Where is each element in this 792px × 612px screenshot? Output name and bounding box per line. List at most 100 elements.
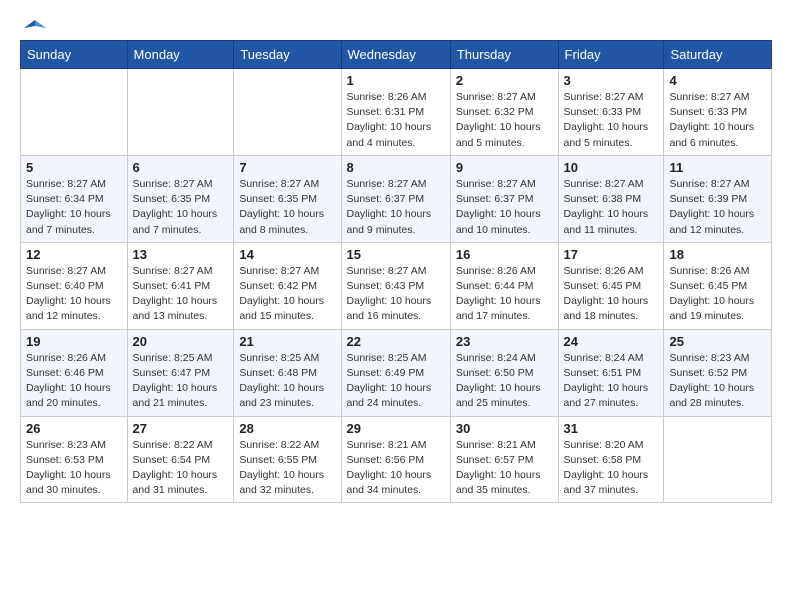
calendar-cell: 2 Sunrise: 8:27 AMSunset: 6:32 PMDaylight… <box>450 69 558 156</box>
week-row-3: 12 Sunrise: 8:27 AMSunset: 6:40 PMDayligh… <box>21 242 772 329</box>
weekday-header-row: Sunday Monday Tuesday Wednesday Thursday… <box>21 41 772 69</box>
day-number: 5 <box>26 160 122 175</box>
header-thursday: Thursday <box>450 41 558 69</box>
calendar-cell: 25 Sunrise: 8:23 AMSunset: 6:52 PMDayligh… <box>664 329 772 416</box>
day-info: Sunrise: 8:26 AMSunset: 6:44 PMDaylight:… <box>456 264 553 325</box>
calendar-cell <box>234 69 341 156</box>
day-number: 8 <box>347 160 445 175</box>
calendar-cell: 19 Sunrise: 8:26 AMSunset: 6:46 PMDayligh… <box>21 329 128 416</box>
day-number: 7 <box>239 160 335 175</box>
day-info: Sunrise: 8:24 AMSunset: 6:50 PMDaylight:… <box>456 351 553 412</box>
day-info: Sunrise: 8:27 AMSunset: 6:33 PMDaylight:… <box>564 90 659 151</box>
day-info: Sunrise: 8:26 AMSunset: 6:46 PMDaylight:… <box>26 351 122 412</box>
calendar-cell: 15 Sunrise: 8:27 AMSunset: 6:43 PMDayligh… <box>341 242 450 329</box>
day-number: 25 <box>669 334 766 349</box>
day-info: Sunrise: 8:23 AMSunset: 6:53 PMDaylight:… <box>26 438 122 499</box>
day-number: 24 <box>564 334 659 349</box>
calendar-cell <box>21 69 128 156</box>
day-number: 15 <box>347 247 445 262</box>
day-number: 3 <box>564 73 659 88</box>
header-tuesday: Tuesday <box>234 41 341 69</box>
day-info: Sunrise: 8:22 AMSunset: 6:55 PMDaylight:… <box>239 438 335 499</box>
week-row-2: 5 Sunrise: 8:27 AMSunset: 6:34 PMDaylight… <box>21 155 772 242</box>
day-info: Sunrise: 8:27 AMSunset: 6:42 PMDaylight:… <box>239 264 335 325</box>
logo-bird-icon <box>24 18 46 34</box>
day-info: Sunrise: 8:27 AMSunset: 6:38 PMDaylight:… <box>564 177 659 238</box>
day-number: 9 <box>456 160 553 175</box>
calendar-cell: 26 Sunrise: 8:23 AMSunset: 6:53 PMDayligh… <box>21 416 128 503</box>
week-row-5: 26 Sunrise: 8:23 AMSunset: 6:53 PMDayligh… <box>21 416 772 503</box>
day-info: Sunrise: 8:26 AMSunset: 6:45 PMDaylight:… <box>669 264 766 325</box>
calendar-cell: 23 Sunrise: 8:24 AMSunset: 6:50 PMDayligh… <box>450 329 558 416</box>
day-number: 27 <box>133 421 229 436</box>
day-number: 1 <box>347 73 445 88</box>
calendar-cell: 7 Sunrise: 8:27 AMSunset: 6:35 PMDaylight… <box>234 155 341 242</box>
day-number: 4 <box>669 73 766 88</box>
day-info: Sunrise: 8:27 AMSunset: 6:43 PMDaylight:… <box>347 264 445 325</box>
day-number: 14 <box>239 247 335 262</box>
logo <box>20 16 46 30</box>
calendar-cell: 31Sunrise: 8:20 AMSunset: 6:58 PMDayligh… <box>558 416 664 503</box>
day-info: Sunrise: 8:20 AMSunset: 6:58 PMDaylight:… <box>564 438 659 499</box>
calendar-cell: 10 Sunrise: 8:27 AMSunset: 6:38 PMDayligh… <box>558 155 664 242</box>
day-info: Sunrise: 8:27 AMSunset: 6:35 PMDaylight:… <box>133 177 229 238</box>
day-number: 17 <box>564 247 659 262</box>
day-info: Sunrise: 8:26 AMSunset: 6:45 PMDaylight:… <box>564 264 659 325</box>
day-number: 29 <box>347 421 445 436</box>
day-info: Sunrise: 8:21 AMSunset: 6:57 PMDaylight:… <box>456 438 553 499</box>
calendar-cell: 16 Sunrise: 8:26 AMSunset: 6:44 PMDayligh… <box>450 242 558 329</box>
calendar-cell: 14 Sunrise: 8:27 AMSunset: 6:42 PMDayligh… <box>234 242 341 329</box>
calendar-cell: 12 Sunrise: 8:27 AMSunset: 6:40 PMDayligh… <box>21 242 128 329</box>
day-number: 2 <box>456 73 553 88</box>
day-number: 11 <box>669 160 766 175</box>
calendar-cell: 21 Sunrise: 8:25 AMSunset: 6:48 PMDayligh… <box>234 329 341 416</box>
calendar-cell: 27 Sunrise: 8:22 AMSunset: 6:54 PMDayligh… <box>127 416 234 503</box>
day-number: 13 <box>133 247 229 262</box>
day-info: Sunrise: 8:27 AMSunset: 6:39 PMDaylight:… <box>669 177 766 238</box>
day-info: Sunrise: 8:27 AMSunset: 6:41 PMDaylight:… <box>133 264 229 325</box>
day-number: 21 <box>239 334 335 349</box>
page: Sunday Monday Tuesday Wednesday Thursday… <box>0 0 792 612</box>
calendar-cell: 24 Sunrise: 8:24 AMSunset: 6:51 PMDayligh… <box>558 329 664 416</box>
day-number: 23 <box>456 334 553 349</box>
day-number: 28 <box>239 421 335 436</box>
calendar-cell: 4 Sunrise: 8:27 AMSunset: 6:33 PMDaylight… <box>664 69 772 156</box>
day-info: Sunrise: 8:27 AMSunset: 6:37 PMDaylight:… <box>456 177 553 238</box>
header-monday: Monday <box>127 41 234 69</box>
calendar-cell: 8 Sunrise: 8:27 AMSunset: 6:37 PMDaylight… <box>341 155 450 242</box>
calendar-cell: 6 Sunrise: 8:27 AMSunset: 6:35 PMDaylight… <box>127 155 234 242</box>
day-number: 22 <box>347 334 445 349</box>
header-wednesday: Wednesday <box>341 41 450 69</box>
day-number: 30 <box>456 421 553 436</box>
calendar-cell: 13 Sunrise: 8:27 AMSunset: 6:41 PMDayligh… <box>127 242 234 329</box>
day-info: Sunrise: 8:25 AMSunset: 6:48 PMDaylight:… <box>239 351 335 412</box>
header-saturday: Saturday <box>664 41 772 69</box>
calendar-cell: 18Sunrise: 8:26 AMSunset: 6:45 PMDayligh… <box>664 242 772 329</box>
day-info: Sunrise: 8:27 AMSunset: 6:40 PMDaylight:… <box>26 264 122 325</box>
calendar-cell: 30 Sunrise: 8:21 AMSunset: 6:57 PMDayligh… <box>450 416 558 503</box>
day-info: Sunrise: 8:27 AMSunset: 6:34 PMDaylight:… <box>26 177 122 238</box>
day-number: 19 <box>26 334 122 349</box>
day-info: Sunrise: 8:27 AMSunset: 6:35 PMDaylight:… <box>239 177 335 238</box>
day-info: Sunrise: 8:22 AMSunset: 6:54 PMDaylight:… <box>133 438 229 499</box>
calendar: Sunday Monday Tuesday Wednesday Thursday… <box>20 40 772 503</box>
header-friday: Friday <box>558 41 664 69</box>
day-info: Sunrise: 8:27 AMSunset: 6:32 PMDaylight:… <box>456 90 553 151</box>
day-number: 10 <box>564 160 659 175</box>
day-info: Sunrise: 8:24 AMSunset: 6:51 PMDaylight:… <box>564 351 659 412</box>
calendar-cell <box>664 416 772 503</box>
day-number: 26 <box>26 421 122 436</box>
day-info: Sunrise: 8:25 AMSunset: 6:49 PMDaylight:… <box>347 351 445 412</box>
calendar-cell: 17 Sunrise: 8:26 AMSunset: 6:45 PMDayligh… <box>558 242 664 329</box>
day-number: 16 <box>456 247 553 262</box>
day-number: 6 <box>133 160 229 175</box>
calendar-cell: 3 Sunrise: 8:27 AMSunset: 6:33 PMDaylight… <box>558 69 664 156</box>
day-info: Sunrise: 8:27 AMSunset: 6:37 PMDaylight:… <box>347 177 445 238</box>
calendar-cell <box>127 69 234 156</box>
day-info: Sunrise: 8:25 AMSunset: 6:47 PMDaylight:… <box>133 351 229 412</box>
day-number: 12 <box>26 247 122 262</box>
calendar-cell: 11 Sunrise: 8:27 AMSunset: 6:39 PMDayligh… <box>664 155 772 242</box>
day-info: Sunrise: 8:21 AMSunset: 6:56 PMDaylight:… <box>347 438 445 499</box>
day-info: Sunrise: 8:27 AMSunset: 6:33 PMDaylight:… <box>669 90 766 151</box>
day-info: Sunrise: 8:23 AMSunset: 6:52 PMDaylight:… <box>669 351 766 412</box>
